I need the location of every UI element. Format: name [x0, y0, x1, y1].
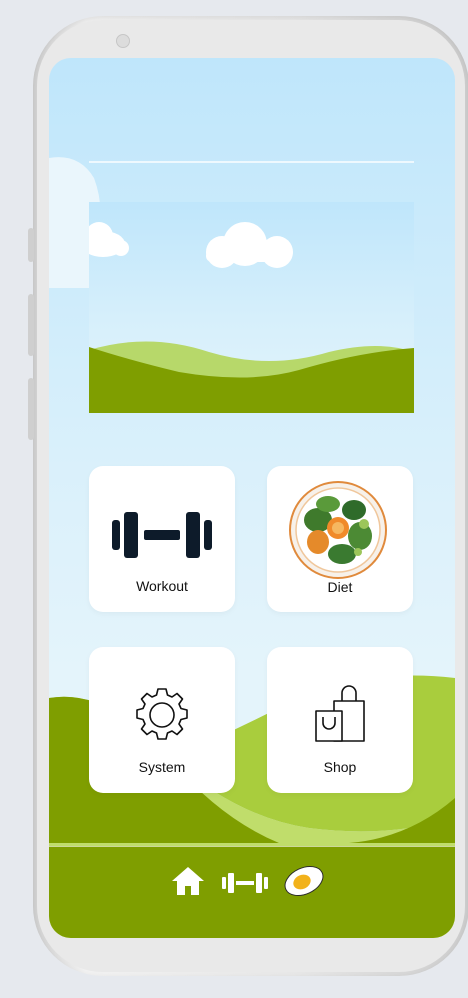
power-button: [28, 378, 34, 440]
app-screen: Workout Diet System Shop: [49, 58, 455, 938]
shop-label: Shop: [323, 759, 357, 775]
shop-card[interactable]: Shop: [267, 647, 413, 793]
dumbbell-icon: [112, 512, 212, 558]
workout-card[interactable]: Workout: [89, 466, 235, 612]
header-divider: [89, 161, 414, 163]
diet-label: Diet: [327, 579, 353, 595]
volume-up-button: [28, 228, 34, 262]
front-camera: [116, 34, 130, 48]
bottom-navigation: [49, 846, 455, 938]
diet-card[interactable]: Diet: [267, 466, 413, 612]
system-card[interactable]: System: [89, 647, 235, 793]
hero-banner: [89, 202, 414, 413]
volume-down-button: [28, 294, 34, 356]
workout-label: Workout: [136, 578, 188, 594]
system-label: System: [138, 759, 186, 775]
home-icon[interactable]: [170, 865, 206, 897]
salad-plate-icon: [289, 481, 387, 579]
hero-landscape: [89, 222, 414, 413]
shopping-bags-icon: [315, 685, 365, 742]
dumbbell-icon[interactable]: [221, 871, 269, 895]
gear-icon: [136, 688, 188, 740]
egg-icon[interactable]: [282, 863, 328, 897]
